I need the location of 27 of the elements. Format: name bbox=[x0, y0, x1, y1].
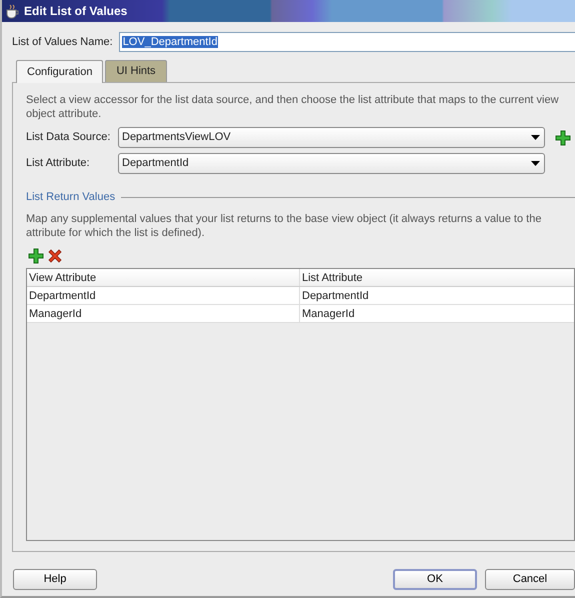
description-text: Map any supplemental values that your list returns to the base view object (it always returns a value to the attribute for which the list is defined). bbox=[26, 212, 542, 240]
field-label: List of Values Name: bbox=[12, 34, 113, 50]
field-label: List Attribute: bbox=[26, 156, 91, 172]
ok-button[interactable]: OK bbox=[393, 568, 477, 590]
table-cell: ManagerId bbox=[27, 305, 300, 322]
add-icon[interactable] bbox=[28, 248, 44, 264]
app-icon bbox=[5, 4, 20, 18]
delete-icon[interactable] bbox=[48, 248, 62, 264]
help-button[interactable]: Help bbox=[13, 568, 97, 590]
caret-icon bbox=[531, 161, 540, 166]
column-header[interactable]: View Attribute bbox=[27, 269, 300, 286]
dropdown[interactable]: DepartmentsViewLOV bbox=[118, 127, 545, 148]
table-cell: DepartmentId bbox=[27, 287, 300, 304]
cancel-button[interactable]: Cancel bbox=[485, 568, 575, 590]
dropdown[interactable]: DepartmentId bbox=[118, 153, 545, 174]
table-cell-text: DepartmentId bbox=[301, 289, 370, 304]
section-heading: List Return Values bbox=[26, 190, 116, 206]
window-title: Edit List of Values bbox=[24, 3, 128, 20]
column-header[interactable]: List Attribute bbox=[300, 269, 573, 286]
tab[interactable]: Configuration bbox=[16, 60, 104, 82]
name-field[interactable]: LOV_DepartmentId bbox=[118, 32, 575, 52]
tab[interactable]: UI Hints bbox=[105, 60, 167, 82]
table-cell-text: ManagerId bbox=[301, 307, 356, 322]
add-icon[interactable] bbox=[555, 130, 571, 146]
field-label: List Data Source: bbox=[26, 130, 112, 146]
description-text: Select a view accessor for the list data source, and then choose the list attribute that maps to the current view object attribute. bbox=[26, 92, 560, 122]
caret-icon bbox=[531, 135, 540, 140]
